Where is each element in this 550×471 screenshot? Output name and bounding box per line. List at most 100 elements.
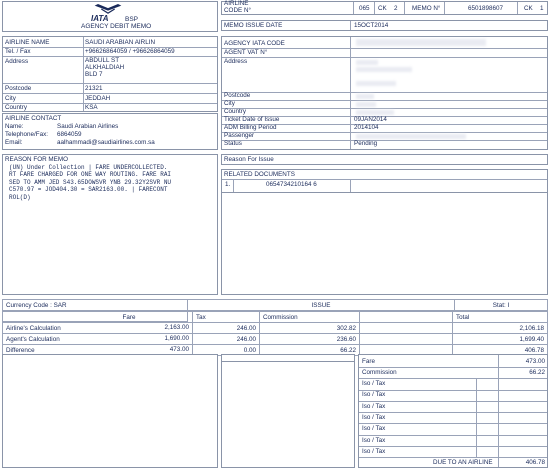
address-label: Address: [5, 58, 29, 65]
calculation-table: Currency Code : SAR ISSUE Stat: I Fare T…: [2, 299, 548, 356]
agency-city-label: City: [224, 100, 235, 107]
ticket-date-label: Ticket Date of Issue: [224, 116, 280, 123]
memo-no-label: MEMO N°: [412, 5, 441, 12]
postcode-value: 21321: [85, 85, 103, 92]
col-tax-label: Tax: [196, 313, 206, 321]
doc-title: AGENCY DEBIT MEMO: [81, 23, 152, 30]
issue-label: ISSUE: [311, 301, 331, 309]
memo-issue-date-row: MEMO ISSUE DATE 15OCT2014: [221, 20, 548, 31]
city-value: JEDDAH: [85, 95, 111, 102]
iata-wordmark: IATA: [91, 14, 109, 23]
tel-fax-label: Tel. / Fax: [5, 48, 31, 55]
col-tax-header: Tax: [192, 311, 260, 323]
status-label: Status: [224, 140, 242, 147]
contact-email-label: Email:: [5, 139, 23, 146]
row-commission: 302.82: [259, 322, 360, 334]
related-documents-area: [221, 193, 548, 295]
stat-cell: Stat: I: [454, 299, 548, 311]
row-total: 2,106.18: [452, 322, 548, 334]
bsp-label: BSP: [125, 16, 139, 23]
col-commission-header: Commission: [259, 311, 360, 323]
row-label: Airline's Calculation: [6, 324, 61, 332]
row-label: Agent's Calculation: [6, 335, 60, 343]
reason-for-memo: REASON FOR MEMO (UN) Under Collection | …: [2, 154, 218, 295]
reason-memo-title: REASON FOR MEMO: [5, 156, 68, 163]
airline-details: AIRLINE NAME SAUDI ARABIAN AIRLIN Tel. /…: [2, 36, 218, 112]
reason-line-2: RT FARE CHARGED FOR ONE WAY ROUTING. FAR…: [9, 171, 172, 179]
related-docs-title: RELATED DOCUMENTS: [224, 171, 295, 178]
agency-country-label: Country: [224, 108, 247, 115]
iso-tax-label: Iso / Tax: [362, 402, 386, 410]
bottom-middle-blank: [221, 354, 355, 362]
row-fare: 1,690.00: [164, 335, 189, 342]
col-fare-header: Fare: [66, 311, 193, 323]
airline-name-label: AIRLINE NAME: [5, 39, 50, 46]
row-label: Difference: [6, 346, 35, 354]
memo-issue-date-value: 15OCT2014: [354, 22, 389, 29]
passenger-label: Passenger: [224, 132, 255, 139]
billing-period-value: 2014104: [354, 124, 379, 131]
redacted-address-3: [356, 81, 396, 86]
summary-fare-label: Fare: [362, 358, 375, 365]
address-line-3: BLD 7: [85, 71, 103, 78]
col-total-header: Total: [452, 311, 548, 323]
row-total: 1,699.40: [452, 333, 548, 345]
logo-box: IATA BSP AGENCY DEBIT MEMO: [2, 1, 218, 32]
iso-tax-label: Iso / Tax: [362, 425, 386, 433]
summary-commission-value: 66.22: [529, 369, 545, 376]
iso-tax-label: Iso / Tax: [362, 380, 386, 387]
related-doc-num: 1.: [225, 181, 231, 188]
contact-email-value: aalhammadi@saudiairlines.com.sa: [57, 139, 155, 146]
reason-line-3: SED TO AMM JED S43.65DOWSVR YNB 29.32Y2S…: [9, 178, 172, 186]
reason-for-issue: Reason For Issue: [221, 154, 548, 165]
reason-line-5: ROL(D): [9, 193, 31, 201]
summary-commission-label: Commission: [362, 369, 397, 376]
ck2-label: CK: [524, 5, 533, 12]
memo-no-value: 6501898607: [468, 5, 504, 12]
col-total-label: Total: [456, 313, 470, 321]
summary-fare-value: 473.00: [525, 358, 545, 365]
agent-vat-label: AGENT VAT N°: [224, 49, 268, 56]
agency-address-label: Address: [224, 58, 248, 65]
iso-tax-label: Iso / Tax: [362, 447, 386, 455]
redacted-address-2: [356, 67, 412, 72]
stat-label: Stat: I: [492, 301, 510, 309]
currency-label: Currency Code : SAR: [6, 301, 67, 309]
agency-details: AGENCY IATA CODE AGENT VAT N° Address Po…: [221, 36, 548, 150]
row-tax: 246.00: [192, 322, 260, 334]
row-commission: 236.60: [259, 333, 360, 345]
agency-postcode-label: Postcode: [224, 92, 251, 99]
col-commission-label: Commission: [263, 313, 298, 321]
calc-values: Fare Tax Commission Total Airline's Calc…: [2, 311, 548, 356]
related-doc-value: 0654734210164 6: [266, 181, 317, 188]
tel-fax-value: +96626864059 / +96626864059: [85, 48, 175, 55]
iso-tax-label: Iso / Tax: [362, 391, 386, 399]
redacted-passenger: [356, 134, 466, 139]
redacted-agency-name: [356, 39, 486, 46]
iso-tax-label: Iso / Tax: [362, 413, 386, 421]
redacted-city: [356, 102, 376, 107]
airline-contact: AIRLINE CONTACT Name: Saudi Arabian Airl…: [2, 113, 218, 150]
bottom-left-blank: [2, 354, 218, 468]
airline-code-value: 065: [359, 5, 370, 12]
reason-line-1: (UN) Under Collection | FARE UNDERCOLLEC…: [9, 164, 168, 171]
postcode-label: Postcode: [5, 85, 32, 92]
country-value: KSA: [85, 104, 98, 111]
reason-line-4: C570.97 = JOD404.30 = SAR2163.00. | FARE…: [9, 186, 168, 194]
row-fare: 473.00: [169, 346, 189, 353]
airline-code-header: AIRLINE CODE N° 065 CK 2 MEMO N° 6501898…: [221, 0, 548, 15]
ticket-date-value: 09JAN2014: [354, 116, 387, 123]
related-documents: RELATED DOCUMENTS 1. 0654734210164 6: [221, 169, 548, 193]
agency-iata-code-label: AGENCY IATA CODE: [224, 40, 285, 47]
country-label: Country: [5, 104, 28, 111]
reason-issue-title: Reason For Issue: [224, 156, 274, 163]
redacted-postcode: [356, 94, 374, 99]
bottom-middle-area: [221, 362, 355, 468]
airline-name-value: SAUDI ARABIAN AIRLIN: [85, 39, 155, 46]
due-to-airline-value: 406.78: [525, 459, 545, 466]
table-row: Airline's Calculation 2,163.00 246.00 302…: [2, 322, 548, 334]
city-label: City: [5, 95, 16, 102]
summary-panel: Fare 473.00 Commission 66.22 Iso / Tax Is…: [358, 354, 548, 468]
ck2-value: 1: [540, 5, 544, 12]
airline-code-label: AIRLINE CODE N°: [224, 0, 252, 14]
